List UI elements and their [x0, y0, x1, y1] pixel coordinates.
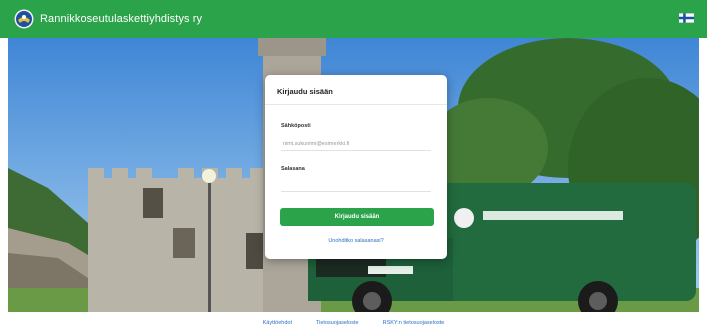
top-bar: Rannikkoseutulaskettiyhdistys ry — [0, 0, 707, 38]
forgot-password-link[interactable]: Unohditko salasanasi? — [265, 238, 447, 244]
emblem-icon — [14, 9, 34, 29]
email-field[interactable] — [281, 137, 431, 151]
email-label: Sähköposti — [281, 123, 311, 129]
site-title: Rannikkoseutulaskettiyhdistys ry — [40, 13, 203, 25]
terms-link[interactable]: Käyttöehdot — [263, 320, 292, 326]
footer-links: Käyttöehdot Tietosuojaseloste RSKY:n tie… — [0, 320, 707, 326]
login-button[interactable]: Kirjaudu sisään — [280, 208, 434, 226]
password-label: Salasana — [281, 166, 305, 172]
brand[interactable]: Rannikkoseutulaskettiyhdistys ry — [14, 9, 202, 29]
finnish-flag-icon[interactable] — [679, 13, 694, 23]
card-divider — [265, 104, 447, 105]
rsky-privacy-link[interactable]: RSKY:n tietosuojaseloste — [383, 320, 445, 326]
login-title: Kirjaudu sisään — [277, 87, 333, 96]
login-card: Kirjaudu sisään Sähköposti Salasana Kirj… — [265, 75, 447, 259]
password-field[interactable] — [281, 178, 431, 192]
privacy-link[interactable]: Tietosuojaseloste — [316, 320, 359, 326]
